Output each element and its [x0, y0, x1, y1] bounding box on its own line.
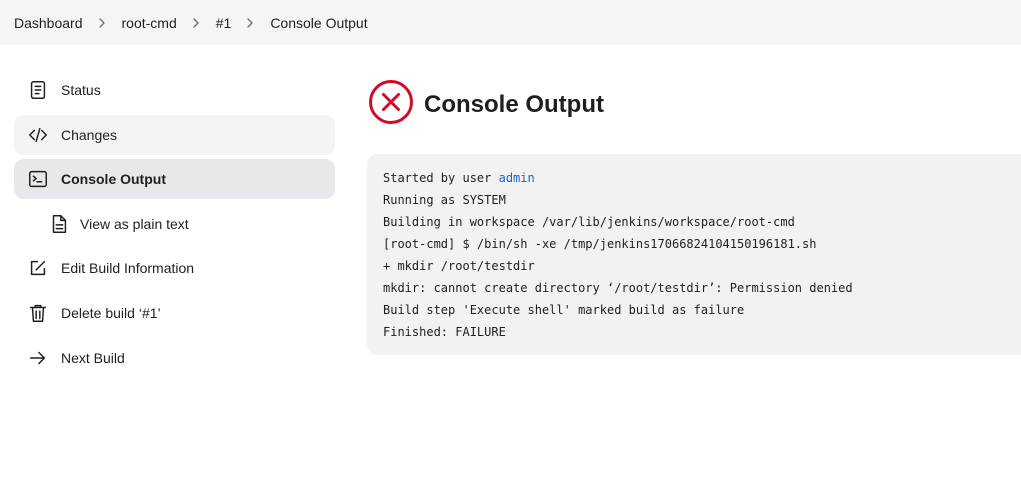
sidebar-item-next-build[interactable]: Next Build	[14, 338, 335, 378]
console-line: mkdir: cannot create directory ‘/root/te…	[383, 281, 853, 295]
console-line: Running as SYSTEM	[383, 193, 506, 207]
console-text: Started by user	[383, 171, 499, 185]
sidebar-item-label: View as plain text	[80, 215, 189, 232]
sidebar-item-delete-build[interactable]: Delete build ‘#1’	[14, 293, 335, 333]
sidebar-item-changes[interactable]: Changes	[14, 114, 335, 155]
sidebar-item-label: Edit Build Information	[61, 260, 195, 277]
sidebar-item-status[interactable]: Status	[14, 70, 335, 110]
sidebar-item-label: Console Output	[61, 171, 166, 188]
console-output-panel: Started by user admin Running as SYSTEM …	[367, 154, 1021, 355]
sidebar-item-label: Delete build ‘#1’	[61, 304, 161, 321]
terminal-icon	[26, 167, 50, 191]
sidebar-item-label: Status	[61, 82, 101, 98]
failure-x-icon	[368, 79, 424, 130]
chevron-right-icon	[190, 17, 202, 29]
document-icon	[26, 78, 50, 102]
breadcrumb-dashboard[interactable]: Dashboard	[14, 15, 83, 31]
page-title: Console Output	[424, 90, 604, 118]
console-line: Finished: FAILURE	[383, 325, 506, 339]
console-line: [root-cmd] $ /bin/sh -xe /tmp/jenkins170…	[383, 237, 817, 251]
page-header: Console Output	[368, 79, 604, 130]
console-line: Building in workspace /var/lib/jenkins/w…	[383, 215, 795, 229]
console-line: Started by user admin	[383, 170, 1021, 192]
sidebar-item-edit-build-information[interactable]: Edit Build Information	[14, 248, 335, 288]
sidebar-item-console-output[interactable]: Console Output	[14, 159, 335, 200]
user-link[interactable]: admin	[499, 171, 535, 185]
sidebar: Status Changes Console Output View as pl…	[14, 70, 335, 382]
console-line: Build step 'Execute shell' marked build …	[383, 303, 745, 317]
arrow-right-icon	[26, 346, 50, 370]
code-icon	[26, 123, 50, 147]
chevron-right-icon	[96, 17, 108, 29]
breadcrumb: Dashboard root-cmd #1 Console Output	[0, 0, 1021, 45]
sidebar-item-view-plain-text[interactable]: View as plain text	[14, 204, 335, 244]
sidebar-item-label: Changes	[61, 126, 118, 143]
breadcrumb-job[interactable]: root-cmd	[122, 15, 177, 31]
edit-icon	[26, 256, 50, 280]
sidebar-item-label: Next Build	[61, 349, 125, 366]
trash-icon	[26, 301, 50, 325]
chevron-right-icon	[244, 17, 256, 29]
file-text-icon	[47, 212, 71, 236]
breadcrumb-console-output[interactable]: Console Output	[270, 15, 367, 31]
console-line: + mkdir /root/testdir	[383, 259, 535, 273]
breadcrumb-build[interactable]: #1	[216, 15, 232, 31]
